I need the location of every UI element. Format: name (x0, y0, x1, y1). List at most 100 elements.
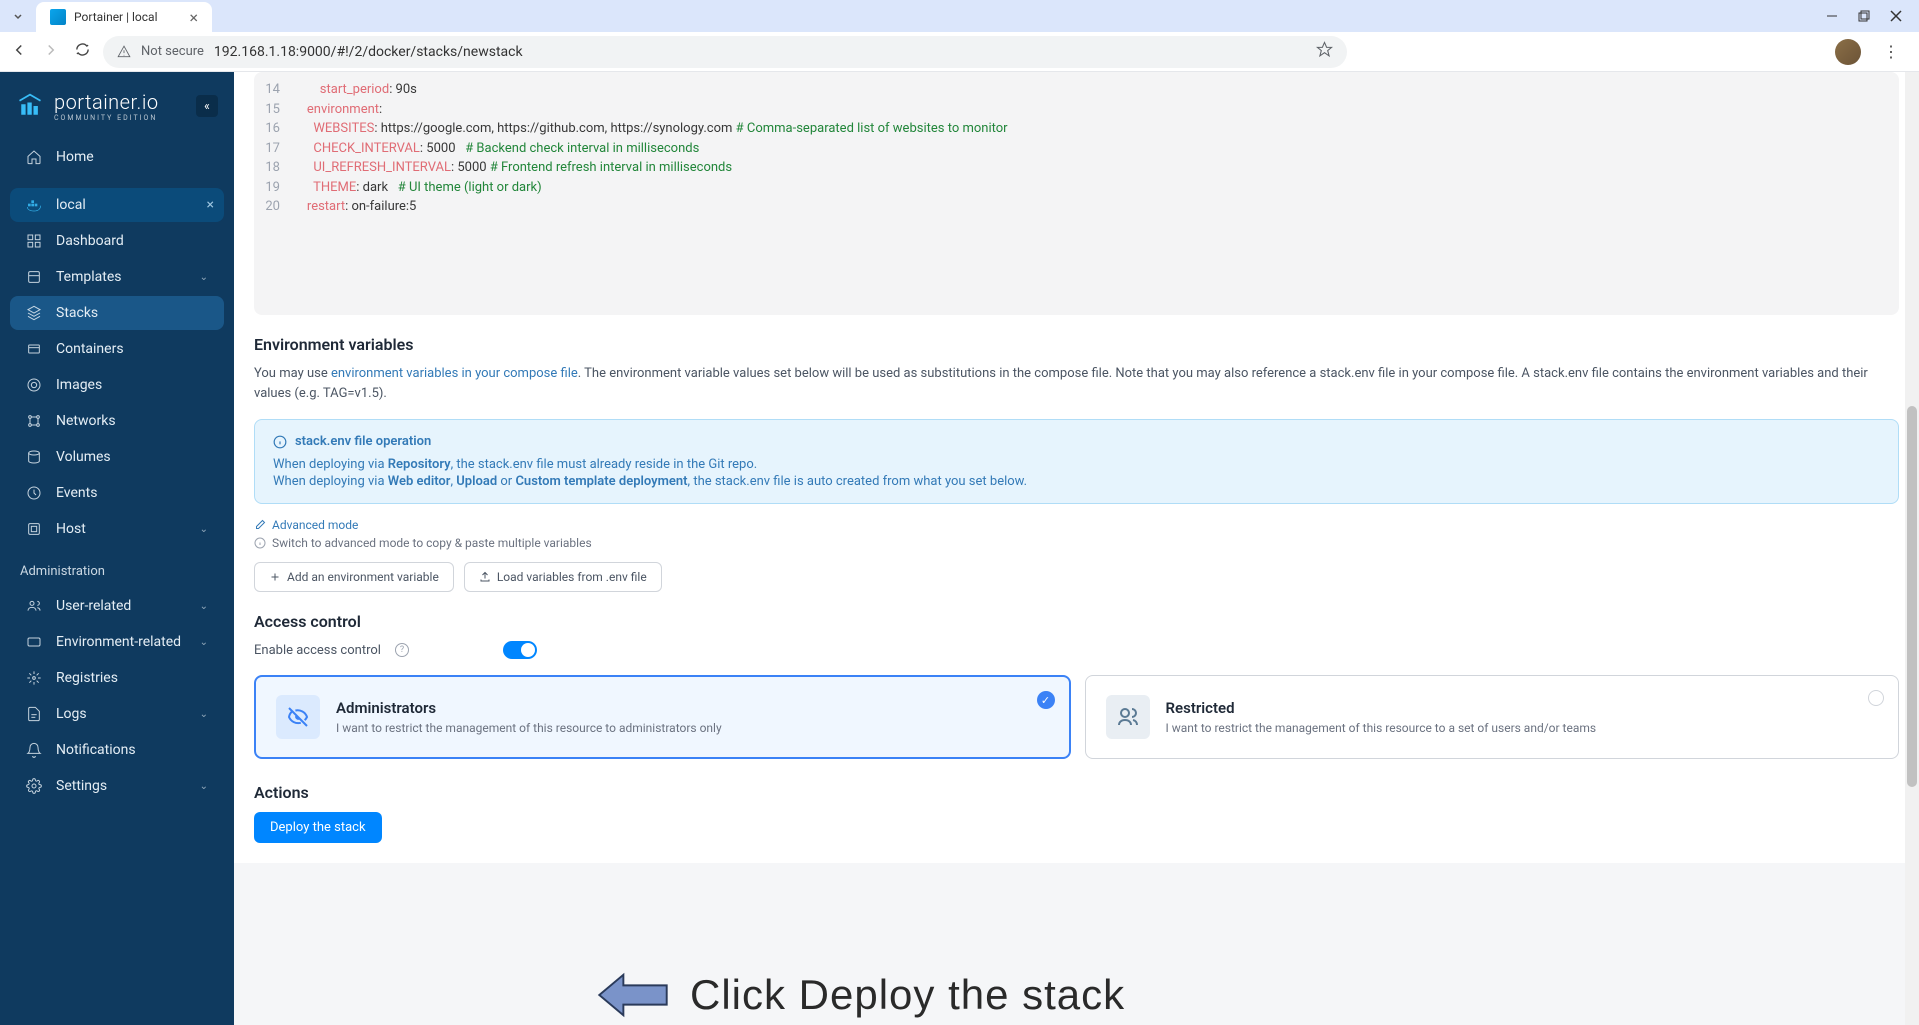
profile-avatar[interactable] (1835, 39, 1861, 65)
access-control-toggle[interactable] (503, 641, 537, 659)
logo: portainer.io COMMUNITY EDITION « (0, 80, 234, 140)
home-icon (26, 149, 42, 165)
sidebar-item-volumes[interactable]: Volumes (10, 440, 224, 474)
nav-label: Networks (56, 413, 116, 429)
sidebar-item-notifications[interactable]: Notifications (10, 733, 224, 767)
chevron-down-icon: ⌄ (200, 637, 208, 648)
deploy-stack-button[interactable]: Deploy the stack (254, 812, 382, 843)
sidebar-item-images[interactable]: Images (10, 368, 224, 402)
chevron-down-icon: ⌄ (200, 524, 208, 535)
sidebar-item-events[interactable]: Events (10, 476, 224, 510)
scrollbar[interactable] (1905, 72, 1919, 1025)
sidebar-item-home[interactable]: Home (10, 140, 224, 174)
tab-favicon-icon (50, 9, 66, 25)
info-icon (273, 435, 287, 449)
volumes-icon (26, 449, 42, 465)
card-desc: I want to restrict the management of thi… (1166, 721, 1597, 735)
nav-label: Dashboard (56, 233, 124, 249)
events-icon (26, 485, 42, 501)
tab-close-icon[interactable]: × (190, 8, 199, 27)
access-control-heading: Access control (254, 612, 1899, 631)
annotation-text: Click Deploy the stack (690, 971, 1125, 1019)
host-icon (26, 521, 42, 537)
security-status: Not secure (141, 44, 204, 59)
logs-icon (26, 706, 42, 722)
chevron-down-icon: ⌄ (200, 272, 208, 283)
nav-label: Notifications (56, 742, 136, 758)
help-icon[interactable]: ? (395, 643, 409, 657)
sidebar-item-logs[interactable]: Logs⌄ (10, 697, 224, 731)
browser-menu-icon[interactable]: ⋮ (1883, 42, 1899, 61)
registries-icon (26, 670, 42, 686)
tab-list-dropdown[interactable] (8, 6, 28, 26)
sidebar-environment-local[interactable]: local × (10, 188, 224, 222)
settings-icon (26, 778, 42, 794)
networks-icon (26, 413, 42, 429)
templates-icon (26, 269, 42, 285)
nav-label: Registries (56, 670, 118, 686)
access-card-administrators[interactable]: Administrators I want to restrict the ma… (254, 675, 1071, 759)
window-maximize-icon[interactable] (1857, 9, 1871, 23)
sidebar-item-stacks[interactable]: Stacks (10, 296, 224, 330)
env-vars-heading: Environment variables (254, 335, 1899, 354)
sidebar-collapse-button[interactable]: « (196, 95, 218, 117)
window-close-icon[interactable] (1889, 9, 1903, 23)
selected-check-icon: ✓ (1037, 691, 1055, 709)
nav-label: Settings (56, 778, 107, 794)
env-vars-doc-link[interactable]: environment variables in your compose fi… (331, 366, 578, 381)
chevron-down-icon: ⌄ (200, 709, 208, 720)
nav-label: Volumes (56, 449, 111, 465)
code-editor[interactable]: 14 start_period: 90s15 environment:16 WE… (254, 72, 1899, 315)
code-line: 19 THEME: dark # UI theme (light or dark… (254, 178, 1899, 198)
sidebar-item-environment-related[interactable]: Environment-related⌄ (10, 625, 224, 659)
nav-reload-icon[interactable] (74, 41, 91, 63)
sidebar-item-templates[interactable]: Templates⌄ (10, 260, 224, 294)
code-line: 18 UI_REFRESH_INTERVAL: 5000 # Frontend … (254, 158, 1899, 178)
not-secure-icon (117, 45, 131, 59)
window-controls (1825, 9, 1911, 23)
sidebar-item-user-related[interactable]: User-related ⌄ (10, 589, 224, 623)
sidebar-item-networks[interactable]: Networks (10, 404, 224, 438)
sidebar-item-dashboard[interactable]: Dashboard (10, 224, 224, 258)
access-toggle-label: Enable access control (254, 643, 381, 658)
card-title: Administrators (336, 699, 722, 717)
code-line: 15 environment: (254, 100, 1899, 120)
brand-name: portainer.io (54, 90, 159, 114)
sidebar: portainer.io COMMUNITY EDITION « Home lo… (0, 72, 234, 1025)
code-line: 16 WEBSITES: https://google.com, https:/… (254, 119, 1899, 139)
users-icon (1106, 695, 1150, 739)
env-close-icon[interactable]: × (207, 197, 214, 213)
access-card-restricted[interactable]: Restricted I want to restrict the manage… (1085, 675, 1900, 759)
nav-forward-icon[interactable] (42, 41, 60, 63)
load-env-file-button[interactable]: Load variables from .env file (464, 562, 662, 592)
nav-label: User-related (56, 598, 131, 614)
code-line: 14 start_period: 90s (254, 80, 1899, 100)
nav-label: Containers (56, 341, 124, 357)
add-env-var-button[interactable]: Add an environment variable (254, 562, 454, 592)
url-bar[interactable]: Not secure 192.168.1.18:9000/#!/2/docker… (103, 36, 1347, 68)
chevron-down-icon: ⌄ (200, 781, 208, 792)
docker-icon (26, 197, 42, 213)
window-minimize-icon[interactable] (1825, 9, 1839, 23)
nav-back-icon[interactable] (10, 41, 28, 63)
scrollbar-thumb[interactable] (1907, 406, 1917, 787)
browser-tab[interactable]: Portainer | local × (36, 2, 212, 32)
containers-icon (26, 341, 42, 357)
brand-edition: COMMUNITY EDITION (54, 114, 159, 122)
environment-related-icon (26, 634, 42, 650)
url-text: 192.168.1.18:9000/#!/2/docker/stacks/new… (214, 44, 523, 60)
advanced-mode-link[interactable]: Advanced mode (254, 518, 1899, 532)
sidebar-item-containers[interactable]: Containers (10, 332, 224, 366)
sidebar-item-settings[interactable]: Settings ⌄ (10, 769, 224, 803)
chevron-down-icon: ⌄ (200, 601, 208, 612)
bookmark-star-icon[interactable] (1316, 41, 1333, 62)
dashboard-icon (26, 233, 42, 249)
portainer-logo-icon (16, 92, 44, 120)
nav-label: Events (56, 485, 97, 501)
tab-title: Portainer | local (74, 10, 158, 24)
nav-label: Home (56, 149, 94, 165)
env-vars-description: You may use environment variables in you… (254, 364, 1899, 406)
images-icon (26, 377, 42, 393)
sidebar-item-registries[interactable]: Registries (10, 661, 224, 695)
sidebar-item-host[interactable]: Host⌄ (10, 512, 224, 546)
